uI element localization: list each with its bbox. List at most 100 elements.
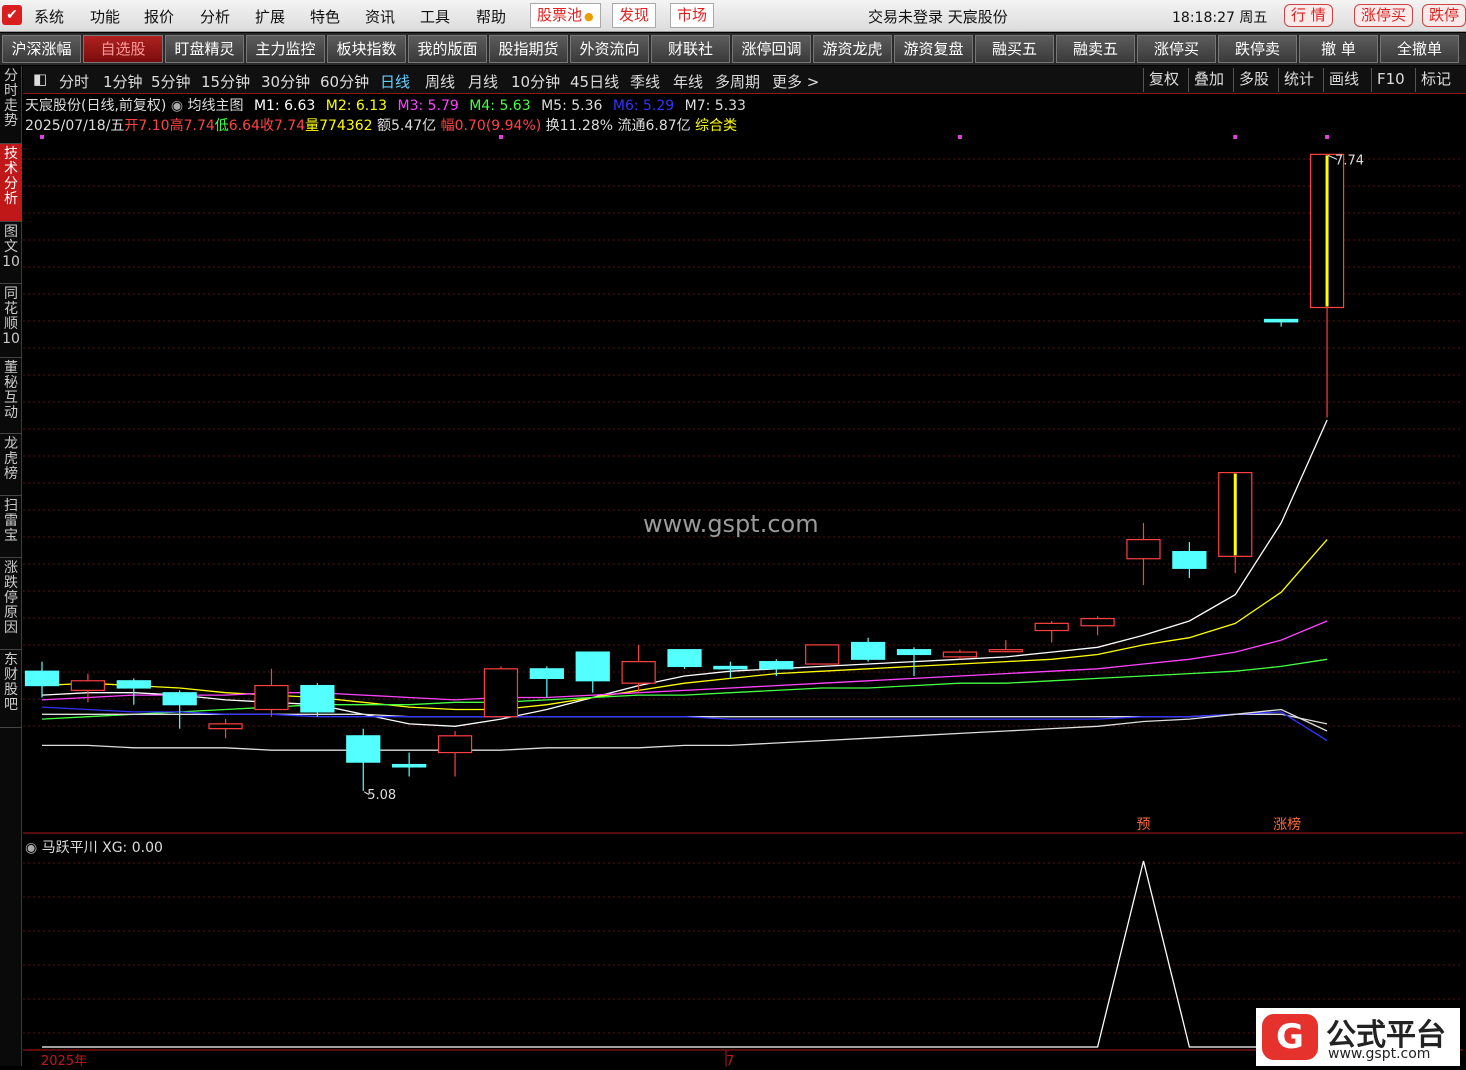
brand-g-icon: G [1262, 1014, 1318, 1060]
side-tab-f10[interactable]: 图文10 [0, 222, 22, 284]
tb-cls[interactable]: 财联社 [651, 35, 730, 63]
tb-foreign-flow[interactable]: 外资流向 [570, 35, 649, 63]
period-daily[interactable]: 日线 [380, 71, 410, 92]
tool-overlay[interactable]: 叠加 [1188, 68, 1229, 92]
tb-monitor-genie[interactable]: 盯盘精灵 [165, 35, 244, 63]
watermark: www.gspt.com [643, 510, 819, 538]
period-multi[interactable]: 多周期 [715, 71, 760, 92]
menu-analysis[interactable]: 分析 [200, 6, 230, 27]
tb-my-layout[interactable]: 我的版面 [408, 35, 487, 63]
tb-margin-sell5[interactable]: 融卖五 [1056, 35, 1135, 63]
period-monthly[interactable]: 月线 [468, 71, 498, 92]
open-label: 开 [124, 118, 139, 134]
ma4-label: M4: 5.63 [469, 98, 531, 114]
menu-stock-pool[interactable]: 股票池 ● [530, 3, 601, 28]
tb-index-futures[interactable]: 股指期货 [489, 35, 568, 63]
tb-limit-pullback[interactable]: 涨停回调 [732, 35, 811, 63]
menu-feature[interactable]: 特色 [310, 6, 340, 27]
main-indicator-name[interactable]: 均线主图 [188, 98, 244, 114]
high-label: 高 [169, 118, 184, 134]
limit-list-tag: 涨榜 [1273, 816, 1301, 833]
volume-label: 量 [305, 118, 320, 134]
period-bar: ◧ 分时 1分钟 5分钟 15分钟 30分钟 60分钟 日线 周线 月线 10分… [23, 66, 1466, 94]
volume-value: 774362 [319, 118, 373, 134]
tb-sector-index[interactable]: 板块指数 [327, 35, 406, 63]
side-tab-intraday[interactable]: 分时走势 [0, 66, 22, 144]
candle-up [805, 644, 840, 665]
tb-cancel-all[interactable]: 全撤单 [1380, 35, 1459, 63]
limit-down-button[interactable]: 跌停 [1422, 4, 1466, 27]
close-value: 7.74 [273, 118, 306, 134]
limit-up-buy-button[interactable]: 涨停买 [1354, 4, 1414, 27]
period-45day[interactable]: 45日线 [570, 71, 619, 92]
indicator-line [42, 860, 1328, 1048]
tool-f10[interactable]: F10 [1371, 68, 1410, 92]
tb-cancel-order[interactable]: 撤 单 [1299, 35, 1378, 63]
ma-line-m7 [42, 708, 1328, 751]
panel-toggle-icon[interactable]: ◧ [33, 70, 47, 88]
menu-extend[interactable]: 扩展 [255, 6, 285, 27]
menu-quote[interactable]: 报价 [144, 6, 174, 27]
indicator-toggle-icon[interactable]: ◉ [171, 98, 183, 114]
tb-watchlist[interactable]: 自选股 [83, 35, 163, 63]
side-tab-guba[interactable]: 东财股吧 [0, 650, 22, 728]
indicator-name: 马跃平川 XG: 0.00 [41, 840, 163, 856]
side-tab-limit-reason[interactable]: 涨跌停原因 [0, 558, 22, 650]
menu-news[interactable]: 资讯 [365, 6, 395, 27]
tool-draw-line[interactable]: 画线 [1323, 68, 1364, 92]
period-5min[interactable]: 5分钟 [151, 71, 191, 92]
menu-bar: ✔ 系统 功能 报价 分析 扩展 特色 资讯 工具 帮助 股票池 ● 发现 市场 … [0, 0, 1466, 32]
kline-chart-area[interactable]: 7.74 5.08 预 涨榜 2025年 7 天宸股份(日线,前复权) ◉ 均线… [23, 95, 1463, 1067]
period-15min[interactable]: 15分钟 [201, 71, 250, 92]
candle-up [70, 680, 106, 691]
candle-down [162, 692, 197, 706]
candle-up [621, 661, 656, 684]
period-quarterly[interactable]: 季线 [630, 71, 660, 92]
menu-help[interactable]: 帮助 [476, 6, 506, 27]
side-tab-mine-sweep[interactable]: 扫雷宝 [0, 496, 22, 558]
menu-discover[interactable]: 发现 [612, 3, 657, 28]
side-tab-technical[interactable]: 技术分析 [0, 144, 22, 222]
period-1min[interactable]: 1分钟 [103, 71, 143, 92]
menu-stock-pool-label: 股票池 [537, 6, 583, 24]
candle-down [759, 661, 794, 670]
change-label: 幅 [440, 118, 455, 134]
indicator-toggle-icon[interactable]: ◉ [25, 840, 37, 856]
period-30min[interactable]: 30分钟 [261, 71, 310, 92]
tool-mark[interactable]: 标记 [1415, 68, 1456, 92]
tool-multi-stock[interactable]: 多股 [1233, 68, 1274, 92]
tb-limit-up-buy[interactable]: 涨停买 [1137, 35, 1216, 63]
signal-dot [957, 135, 962, 139]
ma-line-m1 [41, 419, 1328, 727]
brand-url: www.gspt.com [1328, 1046, 1431, 1062]
candle-down [346, 735, 381, 763]
period-weekly[interactable]: 周线 [425, 71, 455, 92]
candle-down [116, 680, 151, 689]
period-10min[interactable]: 10分钟 [511, 71, 560, 92]
period-intraday[interactable]: 分时 [59, 71, 89, 92]
tb-main-force[interactable]: 主力监控 [246, 35, 325, 63]
side-tab-ths10[interactable]: 同花顺10 [0, 284, 22, 358]
tb-hot-money-review[interactable]: 游资复盘 [894, 35, 973, 63]
tool-statistics[interactable]: 统计 [1278, 68, 1319, 92]
tb-hot-money-dragon[interactable]: 游资龙虎 [813, 35, 892, 63]
tool-rights-adjust[interactable]: 复权 [1143, 68, 1184, 92]
ma2-label: M2: 6.13 [325, 98, 388, 114]
app-logo-icon[interactable]: ✔ [2, 5, 22, 25]
amount-value: 额5.47亿 [377, 118, 437, 134]
period-60min[interactable]: 60分钟 [320, 71, 369, 92]
tb-hs-rise[interactable]: 沪深涨幅 [2, 35, 81, 63]
kline-chart-svg: 7.74 5.08 预 涨榜 2025年 7 [23, 135, 1463, 1067]
menu-function[interactable]: 功能 [90, 6, 120, 27]
menu-system[interactable]: 系统 [34, 6, 64, 27]
menu-tools[interactable]: 工具 [420, 6, 450, 27]
period-yearly[interactable]: 年线 [673, 71, 703, 92]
period-more[interactable]: 更多 > [772, 71, 819, 92]
tb-limit-down-sell[interactable]: 跌停卖 [1218, 35, 1297, 63]
tb-margin-buy5[interactable]: 融买五 [975, 35, 1054, 63]
quote-button[interactable]: 行 情 [1284, 4, 1333, 27]
menu-market[interactable]: 市场 [670, 3, 715, 28]
side-tab-dragon-list[interactable]: 龙虎榜 [0, 434, 22, 496]
indicator-panel-title[interactable]: ◉ 马跃平川 XG: 0.00 [25, 837, 163, 857]
side-tab-board-qa[interactable]: 董秘互动 [0, 358, 22, 434]
